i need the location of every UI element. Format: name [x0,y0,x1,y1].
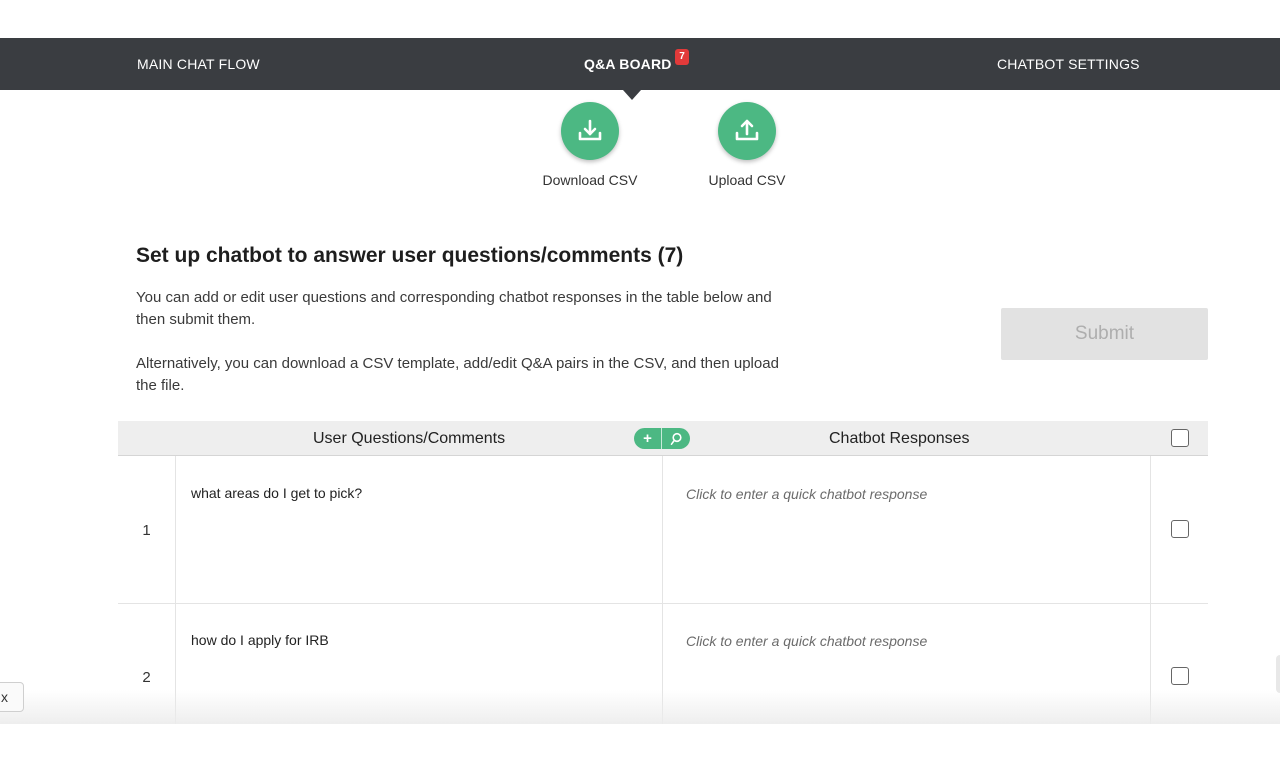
qa-board-count-badge: 7 [675,49,689,65]
nav-tab-main-chat-flow[interactable]: MAIN CHAT FLOW [137,38,260,90]
row-select-checkbox[interactable] [1171,520,1189,538]
question-cell[interactable]: what areas do I get to pick? [175,456,663,604]
upload-icon[interactable] [718,102,776,160]
download-csv-label[interactable]: Download CSV [540,172,640,188]
description-csv-option: Alternatively, you can download a CSV te… [136,355,779,394]
response-cell[interactable]: Click to enter a quick chatbot response [663,456,1151,604]
column-header-questions: User Questions/Comments [313,430,506,447]
row-select-checkbox[interactable] [1171,667,1189,685]
plus-icon[interactable]: + [634,428,662,449]
submit-button[interactable]: Submit [1001,308,1208,360]
active-tab-caret [623,90,641,100]
close-icon[interactable]: x [0,682,24,712]
description-manual-edit: You can add or edit user questions and c… [136,289,772,328]
row-number: 1 [142,521,151,539]
side-widget-handle[interactable] [1276,655,1280,693]
scroll-fade-overlay [0,690,1280,726]
qa-board-page: MAIN CHAT FLOW Q&A BOARD 7 CHATBOT SETTI… [0,0,1280,762]
page-heading: Set up chatbot to answer user questions/… [136,244,684,267]
top-navigation-bar: MAIN CHAT FLOW Q&A BOARD 7 CHATBOT SETTI… [0,38,1280,90]
download-csv-button[interactable]: Download CSV [540,102,640,188]
question-tools: + [634,428,690,449]
upload-csv-button[interactable]: Upload CSV [697,102,797,188]
page-bottom-margin [0,724,1280,762]
qa-table-header: User Questions/Comments + Chatbot Respon… [118,421,1208,456]
search-icon[interactable] [662,428,690,449]
select-all-checkbox[interactable] [1171,429,1189,447]
download-icon[interactable] [561,102,619,160]
table-row: 1 what areas do I get to pick? Click to … [118,456,1208,604]
column-header-responses: Chatbot Responses [829,430,970,447]
upload-csv-label[interactable]: Upload CSV [697,172,797,188]
nav-tab-chatbot-settings[interactable]: CHATBOT SETTINGS [997,38,1140,90]
nav-tab-qa-board[interactable]: Q&A BOARD [584,38,672,90]
